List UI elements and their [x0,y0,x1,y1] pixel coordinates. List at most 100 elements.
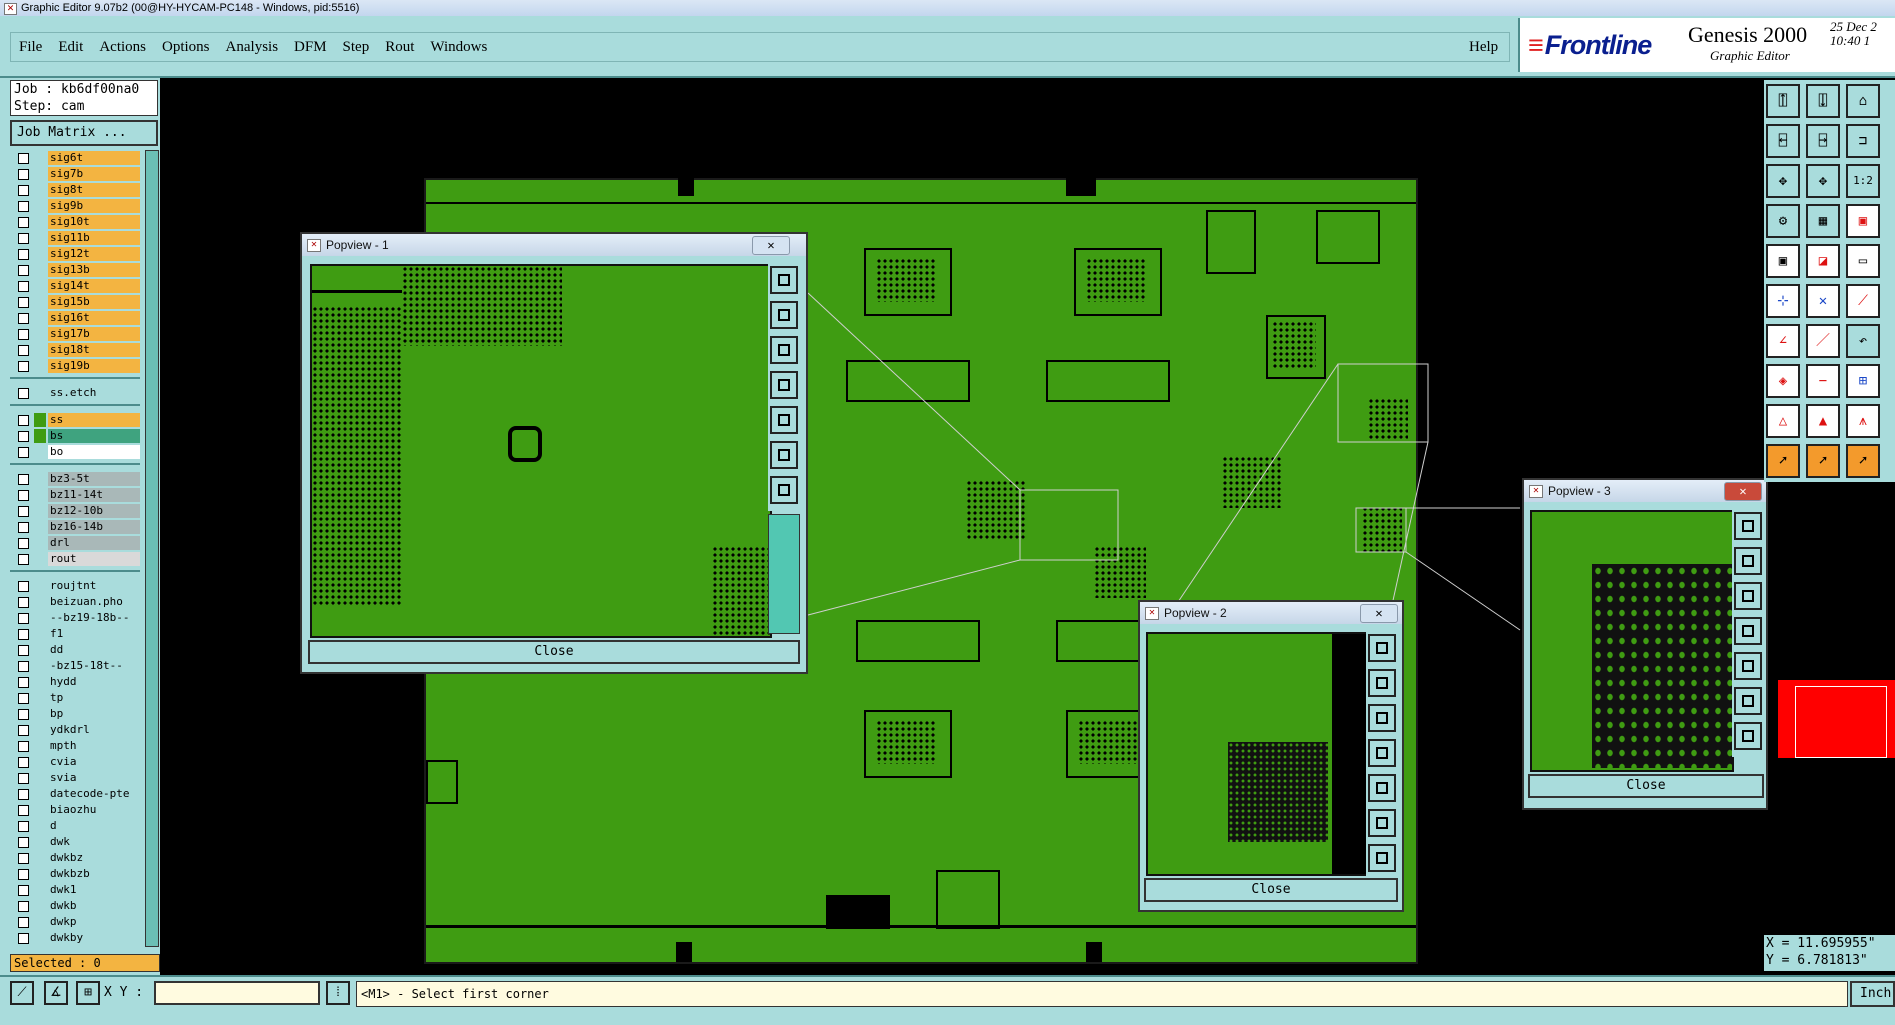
pointer-icon[interactable]: ➚ [1766,444,1800,478]
layer-checkbox[interactable] [18,869,29,880]
layer-checkbox[interactable] [18,217,29,228]
layer-row[interactable]: bz16-14b [10,519,140,535]
menu-rout[interactable]: Rout [377,33,422,61]
menu-dfm[interactable]: DFM [286,33,335,61]
resize-icon[interactable]: ⊞ [1846,364,1880,398]
menu-edit[interactable]: Edit [50,33,91,61]
snapshot-icon[interactable]: ▣ [1766,244,1800,278]
layer-row[interactable]: dwkbzb [10,866,140,882]
layer-row[interactable]: roujtnt [10,578,140,594]
snap-icon[interactable]: ⟋ [10,981,34,1005]
layer-row[interactable]: sig9b [10,198,140,214]
popview-3-view[interactable] [1530,510,1734,772]
angle-snap-icon[interactable]: ∡ [44,981,68,1005]
layer-row[interactable]: dwk [10,834,140,850]
layer-name[interactable]: ydkdrl [48,723,140,737]
layer-name[interactable]: sig10t [48,215,140,229]
layer-name[interactable]: bz12-10b [48,504,140,518]
layer-checkbox[interactable] [18,661,29,672]
layer-row[interactable]: datecode-pte [10,786,140,802]
pad-icon[interactable]: ◈ [1766,364,1800,398]
minus-icon[interactable]: − [1806,364,1840,398]
popview-2-view[interactable] [1146,632,1368,876]
layer-name[interactable]: f1 [48,627,140,641]
popview-2-window[interactable]: ✕ Popview - 2 ✕ Close [1138,600,1404,912]
layer-row[interactable]: sig17b [10,326,140,342]
layer-row[interactable]: tp [10,690,140,706]
layer-row[interactable]: bz11-14t [10,487,140,503]
menu-options[interactable]: Options [154,33,218,61]
popview-3-window[interactable]: ✕ Popview - 3 ✕ Close [1522,478,1768,810]
layer-row[interactable]: cvia [10,754,140,770]
layer-checkbox[interactable] [18,885,29,896]
zoom-out-icon[interactable] [1734,722,1762,750]
triangle-icon[interactable]: △ [1766,404,1800,438]
layer-checkbox[interactable] [18,805,29,816]
layer-row[interactable]: bz12-10b [10,503,140,519]
zoom-ratio-icon[interactable]: 1:2 [1846,164,1880,198]
layer-name[interactable]: bz11-14t [48,488,140,502]
display-right-icon[interactable]: ⍈ [1806,124,1840,158]
layer-name[interactable]: bz3-5t [48,472,140,486]
layer-checkbox[interactable] [18,281,29,292]
layer-row[interactable]: sig16t [10,310,140,326]
layer-checkbox[interactable] [18,837,29,848]
popview-3-close-x[interactable]: ✕ [1724,482,1762,501]
zoom-fit-icon[interactable] [1368,634,1396,662]
pan-up-icon[interactable] [1734,547,1762,575]
layer-name[interactable]: dwkbz [48,851,140,865]
triangle-3-icon[interactable]: ⩚ [1846,404,1880,438]
layer-row[interactable]: bp [10,706,140,722]
layer-color-swatch[interactable] [34,413,46,427]
layer-name[interactable]: dwkby [48,931,140,945]
layer-name[interactable]: datecode-pte [48,787,140,801]
net-icon[interactable]: ⊹ [1766,284,1800,318]
layer-checkbox[interactable] [18,249,29,260]
home-icon[interactable]: ⌂ [1846,84,1880,118]
layer-name[interactable]: mpth [48,739,140,753]
layer-name[interactable]: sig16t [48,311,140,325]
pan-right-icon[interactable] [770,406,798,434]
layer-checkbox[interactable] [18,201,29,212]
layer-name[interactable]: bo [48,445,140,459]
layer-name[interactable]: bp [48,707,140,721]
popview-1-titlebar[interactable]: ✕ Popview - 1 [302,234,806,256]
zoom-out-icon[interactable] [770,476,798,504]
layer-checkbox[interactable] [18,506,29,517]
layer-name[interactable]: sig18t [48,343,140,357]
layer-row[interactable]: bs [10,428,140,444]
pan-right-icon[interactable] [1734,652,1762,680]
layer-row[interactable]: sig15b [10,294,140,310]
layer-row[interactable]: mpth [10,738,140,754]
popview-1-view[interactable] [310,264,772,638]
angle-icon[interactable]: ∠ [1766,324,1800,358]
layer-name[interactable]: dwkp [48,915,140,929]
layer-name[interactable]: sig9b [48,199,140,213]
layer-row[interactable]: ss [10,412,140,428]
layer-row[interactable]: sig7b [10,166,140,182]
layer-name[interactable]: drl [48,536,140,550]
layer-name[interactable]: hydd [48,675,140,689]
layer-name[interactable]: sig12t [48,247,140,261]
layer-row[interactable]: ss.etch [10,385,140,401]
layer-checkbox[interactable] [18,901,29,912]
layer-checkbox[interactable] [18,917,29,928]
layer-checkbox[interactable] [18,185,29,196]
layer-checkbox[interactable] [18,474,29,485]
pointer-3-icon[interactable]: ➚ [1846,444,1880,478]
layer-name[interactable]: bz16-14b [48,520,140,534]
layer-checkbox[interactable] [18,613,29,624]
line-icon[interactable]: ／ [1806,324,1840,358]
layer-row[interactable]: hydd [10,674,140,690]
layer-checkbox[interactable] [18,757,29,768]
layer-checkbox[interactable] [18,361,29,372]
layer-checkbox[interactable] [18,581,29,592]
display-top-icon[interactable]: ⍐ [1766,84,1800,118]
layer-name[interactable]: sig7b [48,167,140,181]
layer-checkbox[interactable] [18,329,29,340]
layer-row[interactable]: rout [10,551,140,567]
layer-scrollbar[interactable] [145,150,159,947]
layer-name[interactable]: -bz15-18t-- [48,659,140,673]
layer-row[interactable]: sig12t [10,246,140,262]
layer-checkbox[interactable] [18,709,29,720]
